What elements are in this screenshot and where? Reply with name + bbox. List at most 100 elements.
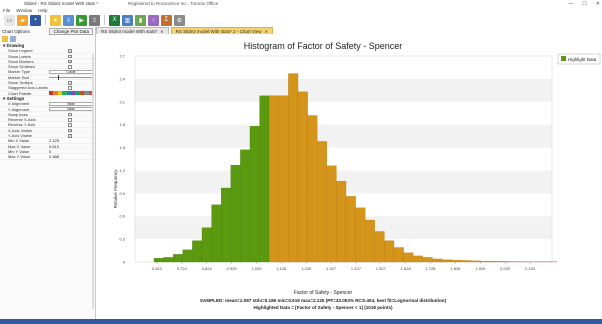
histogram-bar[interactable]: [499, 261, 510, 263]
save-icon[interactable]: ▪: [30, 14, 41, 26]
histogram-bar[interactable]: [432, 258, 443, 263]
minimize-button[interactable]: —: [568, 1, 573, 7]
histogram-bar[interactable]: [470, 260, 481, 263]
histogram-bar[interactable]: [441, 259, 452, 263]
highlighted-data-summary: Highlighted Data = [Factor of Safety - S…: [253, 305, 393, 310]
histogram-bar[interactable]: [489, 261, 500, 263]
show-tooltips-checkbox[interactable]: ✓: [68, 81, 72, 85]
wizard-icon[interactable]: ✦: [50, 14, 61, 26]
x-tick-label: 1.828: [450, 266, 461, 271]
maximize-button[interactable]: ☐: [582, 1, 586, 7]
legend-label[interactable]: Highlight Data: [568, 57, 597, 62]
histogram-bar[interactable]: [163, 257, 174, 263]
settings-icon[interactable]: ⚙: [174, 14, 185, 26]
histogram-bar[interactable]: [336, 180, 347, 263]
histogram-bar[interactable]: [384, 240, 395, 263]
histogram-bar[interactable]: [480, 260, 491, 263]
show-labels-checkbox[interactable]: [68, 54, 72, 59]
histogram-bar[interactable]: [173, 254, 183, 263]
swap-axes-checkbox[interactable]: [68, 112, 72, 117]
title-bar: Slide3 - RS Slide3 model With stats * Re…: [0, 0, 602, 7]
max-y-value-value[interactable]: 2.488: [49, 154, 59, 159]
close-tab-icon[interactable]: ✕: [265, 29, 268, 34]
histogram-bar[interactable]: [153, 258, 164, 263]
change-plot-data-button[interactable]: Change Plot Data: [49, 27, 93, 35]
show-gridlines-checkbox[interactable]: [68, 65, 72, 69]
histogram-bar[interactable]: [326, 165, 337, 263]
statistics-icon[interactable]: Σ: [161, 14, 172, 26]
property-label: Max Y Value: [8, 154, 31, 160]
y-tick-label: 1.8: [119, 122, 125, 127]
chart-options-header: Chart Options Change Plot Data: [0, 27, 95, 35]
histogram-bar[interactable]: [201, 227, 212, 263]
x-tick-label: 2.029: [500, 266, 511, 271]
histogram-bar[interactable]: [259, 95, 270, 263]
histogram-bar[interactable]: [230, 164, 241, 263]
histogram-bar[interactable]: [451, 259, 462, 263]
histogram-bar[interactable]: [182, 249, 193, 263]
histogram-bar[interactable]: [307, 115, 318, 263]
plot-band: [135, 56, 552, 79]
reverse-x-axis-checkbox[interactable]: [68, 118, 72, 122]
histogram-bar[interactable]: [288, 73, 299, 263]
x-tick-label: 2.130: [525, 266, 536, 271]
histogram-bar[interactable]: [211, 204, 222, 263]
tab-model[interactable]: RS Slide3 model With stats* ✕: [96, 27, 169, 34]
x-alignment-dropdown[interactable]: Near: [49, 101, 93, 107]
scatter-icon[interactable]: ∵: [148, 14, 159, 26]
y-tick-label: 1.5: [119, 145, 125, 150]
tab-model-label: RS Slide3 model With stats*: [101, 28, 158, 34]
import-icon[interactable]: ⇩: [63, 14, 74, 26]
histogram-bar[interactable]: [192, 240, 203, 263]
menu-help[interactable]: Help: [38, 8, 47, 13]
histogram-bar[interactable]: [221, 187, 231, 263]
histogram-bar[interactable]: [355, 207, 366, 263]
histogram-bar[interactable]: [240, 149, 251, 263]
open-folder-icon[interactable]: ▰: [17, 14, 28, 26]
export-icon[interactable]: ⇪: [89, 14, 100, 26]
menu-window[interactable]: Window: [16, 8, 32, 13]
histogram-bar[interactable]: [365, 219, 375, 263]
histogram-bar[interactable]: [317, 141, 327, 263]
histogram-icon[interactable]: ▮: [135, 14, 146, 26]
y-tick-label: 2.4: [119, 76, 125, 81]
y-axis-label: Relative Frequency: [113, 169, 118, 209]
tab-chart-view[interactable]: RS Slide3 model With stats* 2 - Chart Vi…: [170, 27, 273, 34]
property-max-y-value: Max Y Value 2.488: [0, 154, 95, 160]
histogram-bar[interactable]: [297, 91, 308, 263]
histogram-bar[interactable]: [413, 255, 423, 263]
x-axis-visible-checkbox[interactable]: ✓: [68, 128, 72, 133]
toolbar-separator: [45, 15, 46, 25]
close-button[interactable]: ✕: [596, 1, 600, 7]
alphabetical-view-icon[interactable]: [10, 36, 16, 42]
reverse-y-axis-checkbox[interactable]: [68, 123, 72, 127]
show-markers-checkbox[interactable]: ✓: [68, 59, 72, 64]
staggered-axis-labels-checkbox[interactable]: [68, 86, 72, 90]
show-legend-checkbox[interactable]: ✓: [68, 49, 72, 53]
histogram-bar[interactable]: [249, 126, 260, 263]
close-tab-icon[interactable]: ✕: [160, 29, 163, 34]
menu-file[interactable]: File: [3, 8, 10, 13]
histogram-bar[interactable]: [393, 247, 404, 263]
plot-band: [135, 78, 552, 102]
histogram-bar[interactable]: [269, 95, 279, 263]
histogram-bar[interactable]: [345, 196, 356, 263]
run-icon[interactable]: ▶: [76, 14, 87, 26]
chart-palette-swatches[interactable]: [49, 91, 94, 96]
chart-icon[interactable]: ▥: [122, 14, 133, 26]
excel-icon[interactable]: X: [109, 14, 120, 26]
marker-size-slider[interactable]: [49, 75, 93, 80]
panel-scrollbar[interactable]: [92, 54, 94, 309]
y-alignment-dropdown[interactable]: Near: [49, 107, 93, 112]
marker-type-dropdown[interactable]: Circle: [49, 69, 93, 75]
histogram-bar[interactable]: [374, 231, 385, 263]
toolbar-separator: [104, 15, 105, 25]
categorized-view-icon[interactable]: [2, 36, 8, 42]
histogram-bar[interactable]: [422, 257, 433, 263]
histogram-bar[interactable]: [278, 95, 289, 263]
histogram-bar[interactable]: [403, 252, 414, 263]
histogram-bar[interactable]: [461, 260, 471, 263]
new-file-icon[interactable]: ▭: [4, 14, 15, 26]
x-tick-label: 1.929: [475, 266, 486, 271]
y-axis-visible-checkbox[interactable]: ✓: [68, 134, 72, 138]
